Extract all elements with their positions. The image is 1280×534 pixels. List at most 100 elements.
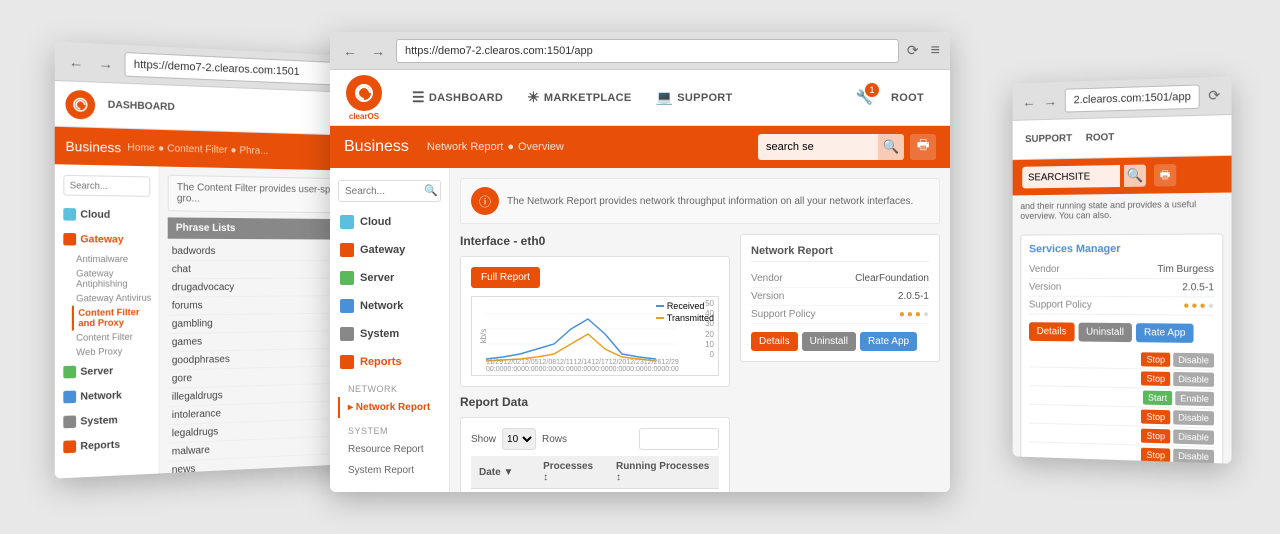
sidebar-server[interactable]: Server: [330, 264, 449, 292]
sidebar-network[interactable]: Network: [330, 292, 449, 320]
back-sidebar-network[interactable]: Network: [55, 382, 159, 410]
marketplace-icon: ☀: [527, 89, 540, 106]
antivirus-item[interactable]: Gateway Antivirus: [72, 291, 159, 306]
back-dashboard-nav[interactable]: DASHBOARD: [101, 95, 180, 117]
svc-enable-3[interactable]: Enable: [1175, 391, 1214, 406]
chart-legend: Received Transmitted: [656, 301, 714, 323]
sidebar-system-icon: [340, 327, 354, 341]
nav-marketplace[interactable]: ☀ MARKETPLACE: [517, 83, 642, 112]
report-data-card: Show 10 25 50 Rows: [460, 417, 730, 492]
back-right-root-nav-container: ROOT: [1081, 130, 1119, 146]
nav-items: ☰ DASHBOARD ☀ MARKETPLACE 💻 SUPPORT: [402, 83, 856, 112]
back-right-support-nav[interactable]: SUPPORT: [1020, 131, 1077, 147]
nav-dashboard[interactable]: ☰ DASHBOARD: [402, 83, 513, 112]
front-fwd-btn[interactable]: →: [368, 41, 388, 61]
back-right-address[interactable]: 2.clearos.com:1501/app: [1065, 84, 1200, 112]
antiphishing-item[interactable]: Gateway Antiphishing: [72, 266, 159, 291]
services-rate-btn[interactable]: Rate App: [1136, 323, 1194, 343]
network-section-label: Network: [338, 376, 449, 397]
back-right-print-btn[interactable]: 🖶: [1154, 164, 1176, 187]
svc-disable-2[interactable]: Disable: [1173, 372, 1214, 387]
uninstall-btn[interactable]: Uninstall: [802, 332, 856, 351]
vendor-value: Tim Burgess: [1157, 264, 1214, 275]
report-data-title: Report Data: [460, 395, 730, 409]
breadcrumb: Network Report ● Overview: [427, 141, 564, 153]
back-right-refresh[interactable]: ⟳: [1208, 87, 1220, 105]
sidebar-reports[interactable]: Reports: [330, 348, 449, 376]
back-right-back-btn[interactable]: ←: [1022, 91, 1035, 111]
svc-disable-6[interactable]: Disable: [1173, 449, 1214, 464]
back-left-search-input[interactable]: [63, 175, 150, 197]
svc-stop-4[interactable]: Stop: [1141, 410, 1170, 425]
print-btn[interactable]: 🖶: [910, 134, 936, 160]
front-address-bar[interactable]: https://demo7-2.clearos.com:1501/app: [396, 39, 899, 63]
network-report-nav-item[interactable]: ▸ Network Report: [338, 397, 449, 418]
antimalware-item[interactable]: Antimalware: [72, 252, 159, 267]
system-report-nav-item[interactable]: System Report: [338, 460, 449, 481]
interface-title: Interface - eth0: [460, 234, 730, 248]
back-left-sidebar: Cloud Gateway Antimalware Gateway Antiph…: [55, 164, 160, 478]
back-right-root-nav[interactable]: ROOT: [1081, 130, 1119, 146]
x-axis: 11/2900:00 12/0200:00 12/0500:00 12/0800…: [486, 359, 668, 373]
back-sidebar-gateway[interactable]: Gateway: [55, 227, 159, 252]
back-right-info-text: and their running state and provides a u…: [1013, 193, 1232, 227]
back-left-brand: Business: [65, 138, 121, 155]
back-right-search-input[interactable]: [1022, 165, 1120, 188]
svc-stop-1[interactable]: Stop: [1141, 352, 1170, 367]
service-version-row: Version 2.0.5-1: [1029, 279, 1214, 298]
nav-root[interactable]: ROOT: [881, 86, 934, 110]
sidebar-search-icon: 🔍: [424, 185, 438, 197]
front-back-btn[interactable]: ←: [340, 41, 360, 61]
table-search-input[interactable]: [639, 428, 719, 450]
details-btn[interactable]: Details: [751, 332, 798, 351]
address-bar[interactable]: https://demo7-2.clearos.com:1501: [124, 51, 344, 85]
forward-button[interactable]: →: [95, 52, 116, 74]
sidebar-gateway[interactable]: Gateway: [330, 236, 449, 264]
header-search: 🔍 🖶: [758, 134, 936, 160]
header-search-input[interactable]: [758, 134, 878, 160]
back-button[interactable]: ←: [65, 51, 86, 73]
header-search-btn[interactable]: 🔍: [878, 134, 904, 160]
back-left-breadcrumb: Home ● Content Filter ● Phra...: [127, 142, 268, 157]
front-menu-btn[interactable]: ≡: [931, 42, 940, 60]
rate-app-btn[interactable]: Rate App: [860, 332, 917, 351]
nav-support[interactable]: 💻 SUPPORT: [646, 83, 743, 112]
col-date[interactable]: Date ▼: [471, 456, 535, 489]
svc-stop-5[interactable]: Stop: [1141, 429, 1170, 444]
back-sidebar-cloud[interactable]: Cloud: [55, 202, 159, 228]
back-right-nav: SUPPORT ROOT: [1013, 115, 1232, 160]
resource-report-nav-item[interactable]: Resource Report: [338, 439, 449, 460]
rows-select[interactable]: 10 25 50: [502, 428, 536, 450]
sidebar-cloud[interactable]: Cloud: [330, 208, 449, 236]
processes-cell: 195: [535, 489, 608, 493]
front-navbar: clearOS ☰ DASHBOARD ☀ MARKETPLACE 💻 SUPP…: [330, 70, 950, 126]
sidebar-system[interactable]: System: [330, 320, 449, 348]
transmitted-legend: Transmitted: [656, 313, 714, 323]
svc-disable-4[interactable]: Disable: [1173, 410, 1214, 425]
svc-stop-6[interactable]: Stop: [1141, 448, 1170, 463]
back-right-search-btn[interactable]: 🔍: [1124, 165, 1146, 187]
svc-start-3[interactable]: Start: [1143, 390, 1172, 405]
network-report-title: Network Report: [751, 245, 929, 262]
back-sidebar-server[interactable]: Server: [55, 358, 159, 385]
col-processes[interactable]: Processes ↕: [535, 456, 608, 489]
services-uninstall-btn[interactable]: Uninstall: [1078, 323, 1132, 343]
version-label: Version: [1029, 282, 1061, 293]
svc-disable-1[interactable]: Disable: [1173, 353, 1214, 368]
content-filter-proxy-item[interactable]: Content Filter and Proxy: [72, 305, 159, 331]
back-right-fwd-btn[interactable]: →: [1043, 91, 1057, 111]
reports-sub-nav: Network ▸ Network Report System Resource…: [330, 376, 449, 481]
svc-disable-5[interactable]: Disable: [1173, 429, 1214, 444]
system-icon: [63, 415, 76, 428]
back-sidebar-reports[interactable]: Reports: [55, 431, 159, 460]
full-report-btn[interactable]: Full Report: [471, 267, 540, 288]
svc-stop-2[interactable]: Stop: [1141, 371, 1170, 386]
table-row: 2014-12-29 195 3: [471, 489, 719, 493]
col-running[interactable]: Running Processes ↕: [608, 456, 719, 489]
front-refresh-btn[interactable]: ⟳: [907, 42, 919, 59]
transmitted-legend-dot: [656, 317, 664, 319]
services-details-btn[interactable]: Details: [1029, 322, 1074, 341]
back-right-window: ← → 2.clearos.com:1501/app ⟳ ≡ SUPPORT R…: [1013, 76, 1232, 463]
report-vendor-value: ClearFoundation: [855, 273, 929, 284]
reports-icon: [63, 440, 76, 453]
